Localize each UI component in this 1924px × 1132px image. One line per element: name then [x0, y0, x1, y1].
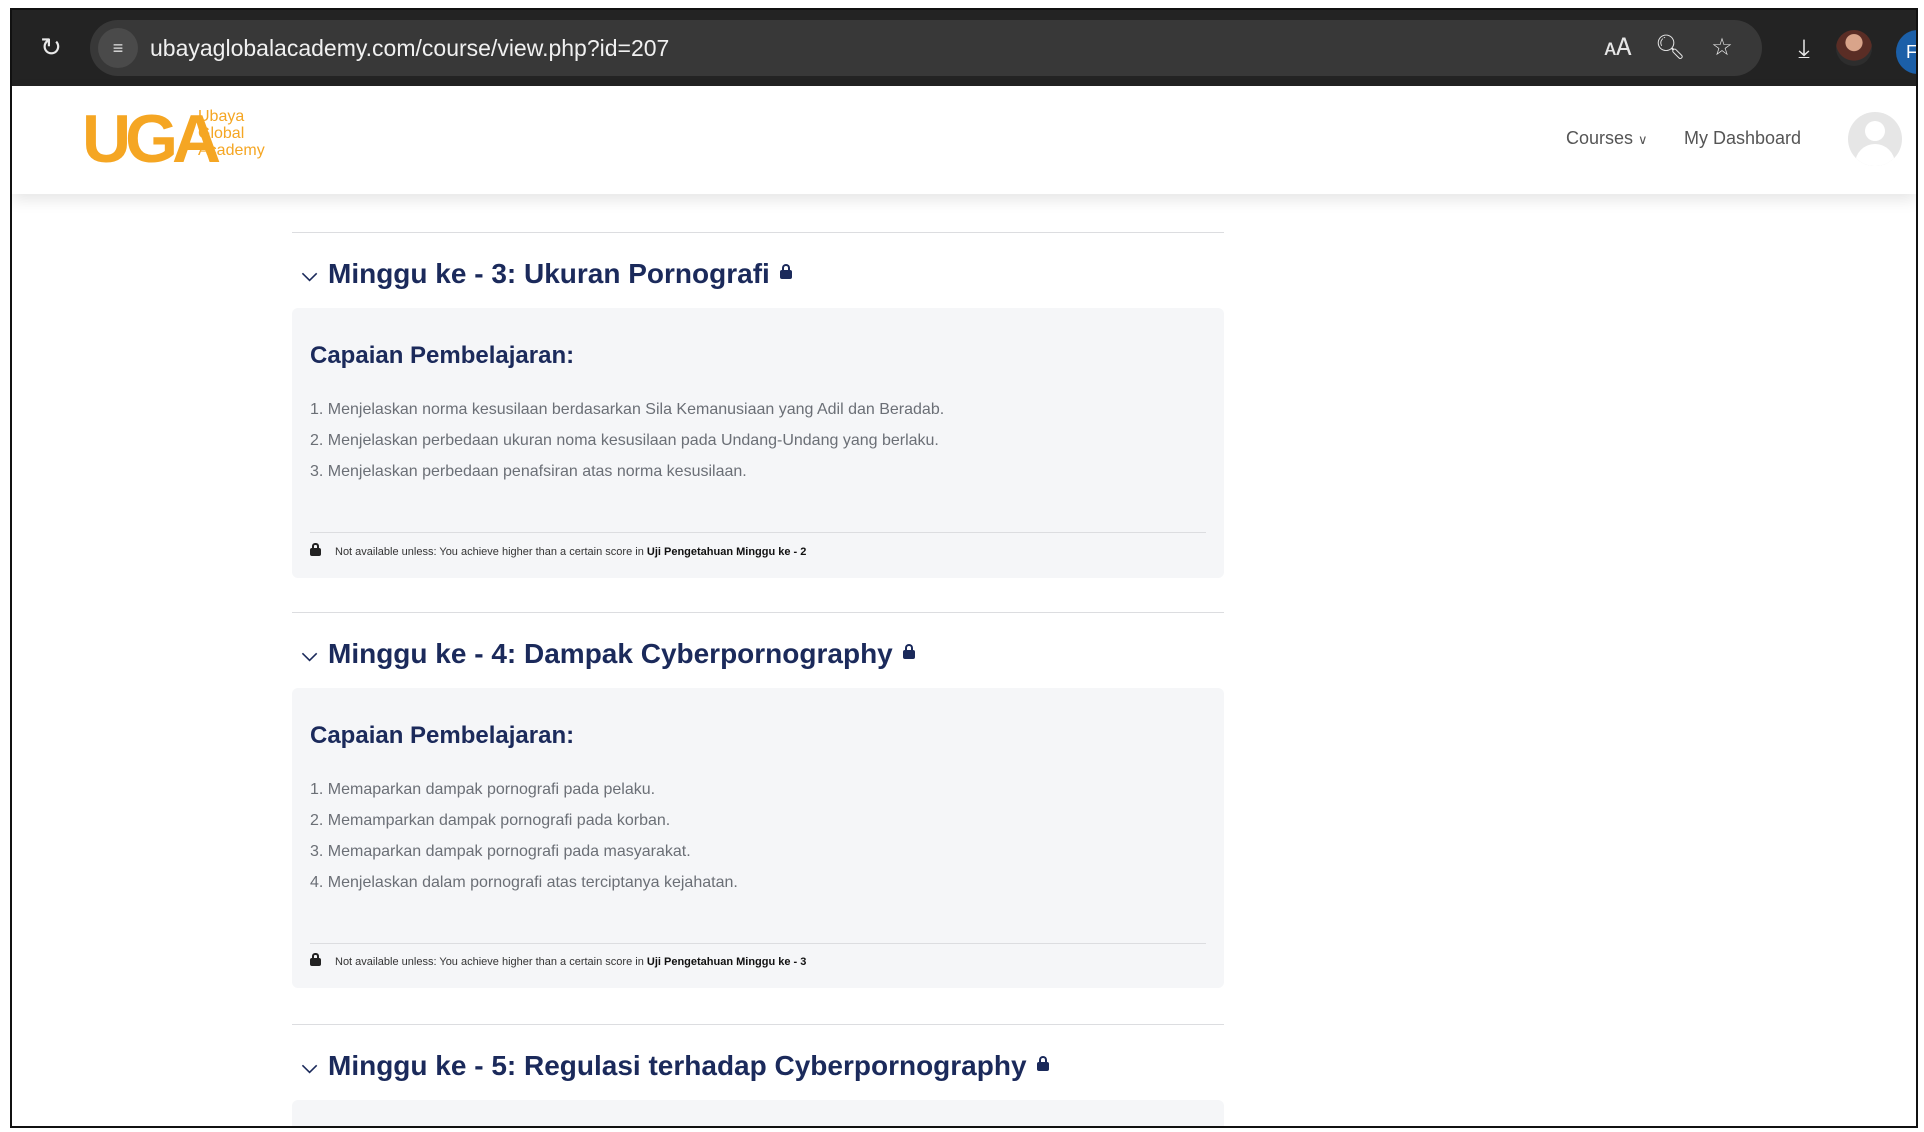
section-title[interactable]: ⌵ Minggu ke - 5: Regulasi terhadap Cyberp… — [302, 1050, 1049, 1082]
site-header: UGA Ubaya Global Academy Courses ∨ My Da… — [12, 86, 1916, 194]
section-title-text: Minggu ke - 5: Regulasi terhadap Cyberpo… — [328, 1050, 1027, 1081]
chevron-down-icon[interactable]: ⌵ — [302, 264, 328, 287]
list-item: 3. Menjelaskan perbedaan penafsiran atas… — [310, 463, 747, 480]
browser-toolbar: ↻ ≡ ubayaglobalacademy.com/course/view.p… — [12, 10, 1916, 86]
section-divider — [292, 1024, 1224, 1025]
site-logo[interactable]: UGA Ubaya Global Academy — [82, 104, 292, 174]
profile-avatar[interactable] — [1836, 30, 1872, 66]
section-summary: Capaian Pembelajaran: 1. Memaparkan damp… — [292, 688, 1224, 988]
account-button[interactable]: F — [1896, 30, 1916, 74]
logo-line: Global — [198, 125, 245, 142]
section-summary — [292, 1100, 1224, 1126]
lock-icon — [902, 644, 915, 659]
section-divider — [292, 612, 1224, 613]
list-item: 2. Menjelaskan perbedaan ukuran noma kes… — [310, 432, 939, 449]
list-item: 2. Memamparkan dampak pornografi pada ko… — [310, 812, 671, 829]
chevron-down-icon[interactable]: ⌵ — [302, 1056, 328, 1079]
course-content: ⌵ Minggu ke - 3: Ukuran Pornografi Capaia… — [12, 194, 1916, 1126]
nav-courses[interactable]: Courses ∨ — [1566, 128, 1648, 149]
restriction-target-link[interactable]: Uji Pengetahuan Minggu ke - 3 — [647, 956, 807, 968]
logo-text: Ubaya Global Academy — [198, 108, 265, 159]
restriction-divider — [310, 532, 1206, 533]
course-section: ⌵ Minggu ke - 5: Regulasi terhadap Cyberp… — [292, 1024, 1224, 1126]
chevron-down-icon[interactable]: ⌵ — [302, 644, 328, 667]
bookmark-star-icon[interactable]: ☆ — [1702, 28, 1742, 68]
nav-my-dashboard[interactable]: My Dashboard — [1684, 128, 1801, 149]
avatar-head — [1865, 121, 1885, 141]
section-divider — [292, 232, 1224, 233]
list-item: 1. Memaparkan dampak pornografi pada pel… — [310, 781, 656, 798]
restriction-text: Not available unless: You achieve higher… — [335, 956, 644, 968]
section-title[interactable]: ⌵ Minggu ke - 3: Ukuran Pornografi — [302, 258, 792, 290]
list-item: 1. Menjelaskan norma kesusilaan berdasar… — [310, 401, 945, 418]
restriction-target-link[interactable]: Uji Pengetahuan Minggu ke - 2 — [647, 546, 807, 558]
summary-heading: Capaian Pembelajaran: — [310, 342, 575, 369]
lock-icon — [779, 264, 792, 279]
list-item: 3. Memaparkan dampak pornografi pada mas… — [310, 843, 691, 860]
lock-icon — [310, 953, 321, 966]
restriction-divider — [310, 943, 1206, 944]
list-item: 4. Menjelaskan dalam pornografi atas ter… — [310, 874, 738, 891]
outcomes-list: 1. Memaparkan dampak pornografi pada pel… — [310, 774, 738, 898]
nav-courses-label: Courses — [1566, 128, 1634, 148]
zoom-icon[interactable]: 🔍︎ — [1650, 28, 1690, 68]
chevron-down-icon: ∨ — [1638, 132, 1648, 147]
url-text[interactable]: ubayaglobalacademy.com/course/view.php?i… — [150, 20, 669, 76]
screenshot-frame: ↻ ≡ ubayaglobalacademy.com/course/view.p… — [10, 8, 1918, 1128]
outcomes-list: 1. Menjelaskan norma kesusilaan berdasar… — [310, 394, 944, 487]
section-title-text: Minggu ke - 4: Dampak Cyberpornography — [328, 638, 893, 669]
logo-line: Ubaya — [198, 108, 245, 125]
summary-heading: Capaian Pembelajaran: — [310, 722, 575, 749]
section-title-text: Minggu ke - 3: Ukuran Pornografi — [328, 258, 770, 289]
course-section: ⌵ Minggu ke - 3: Ukuran Pornografi Capaia… — [292, 232, 1224, 590]
reload-icon[interactable]: ↻ — [34, 30, 68, 64]
logo-line: Academy — [198, 142, 265, 159]
restriction-text: Not available unless: You achieve higher… — [335, 546, 644, 558]
lock-icon — [1036, 1056, 1049, 1071]
download-icon[interactable]: ⤓ — [1784, 28, 1824, 68]
course-section: ⌵ Minggu ke - 4: Dampak Cyberpornography … — [292, 612, 1224, 1002]
restriction-notice: Not available unless: You achieve higher… — [310, 543, 807, 558]
restriction-notice: Not available unless: You achieve higher… — [310, 953, 807, 968]
lock-icon — [310, 543, 321, 556]
translate-icon[interactable]: 🗚 — [1598, 28, 1638, 68]
avatar-body — [1855, 144, 1895, 166]
logo-mark: UGA — [82, 101, 221, 177]
site-info-icon[interactable]: ≡ — [98, 28, 138, 68]
address-bar[interactable]: ≡ ubayaglobalacademy.com/course/view.php… — [90, 20, 1762, 76]
user-avatar[interactable] — [1848, 112, 1902, 166]
section-summary: Capaian Pembelajaran: 1. Menjelaskan nor… — [292, 308, 1224, 578]
section-title[interactable]: ⌵ Minggu ke - 4: Dampak Cyberpornography — [302, 638, 915, 670]
